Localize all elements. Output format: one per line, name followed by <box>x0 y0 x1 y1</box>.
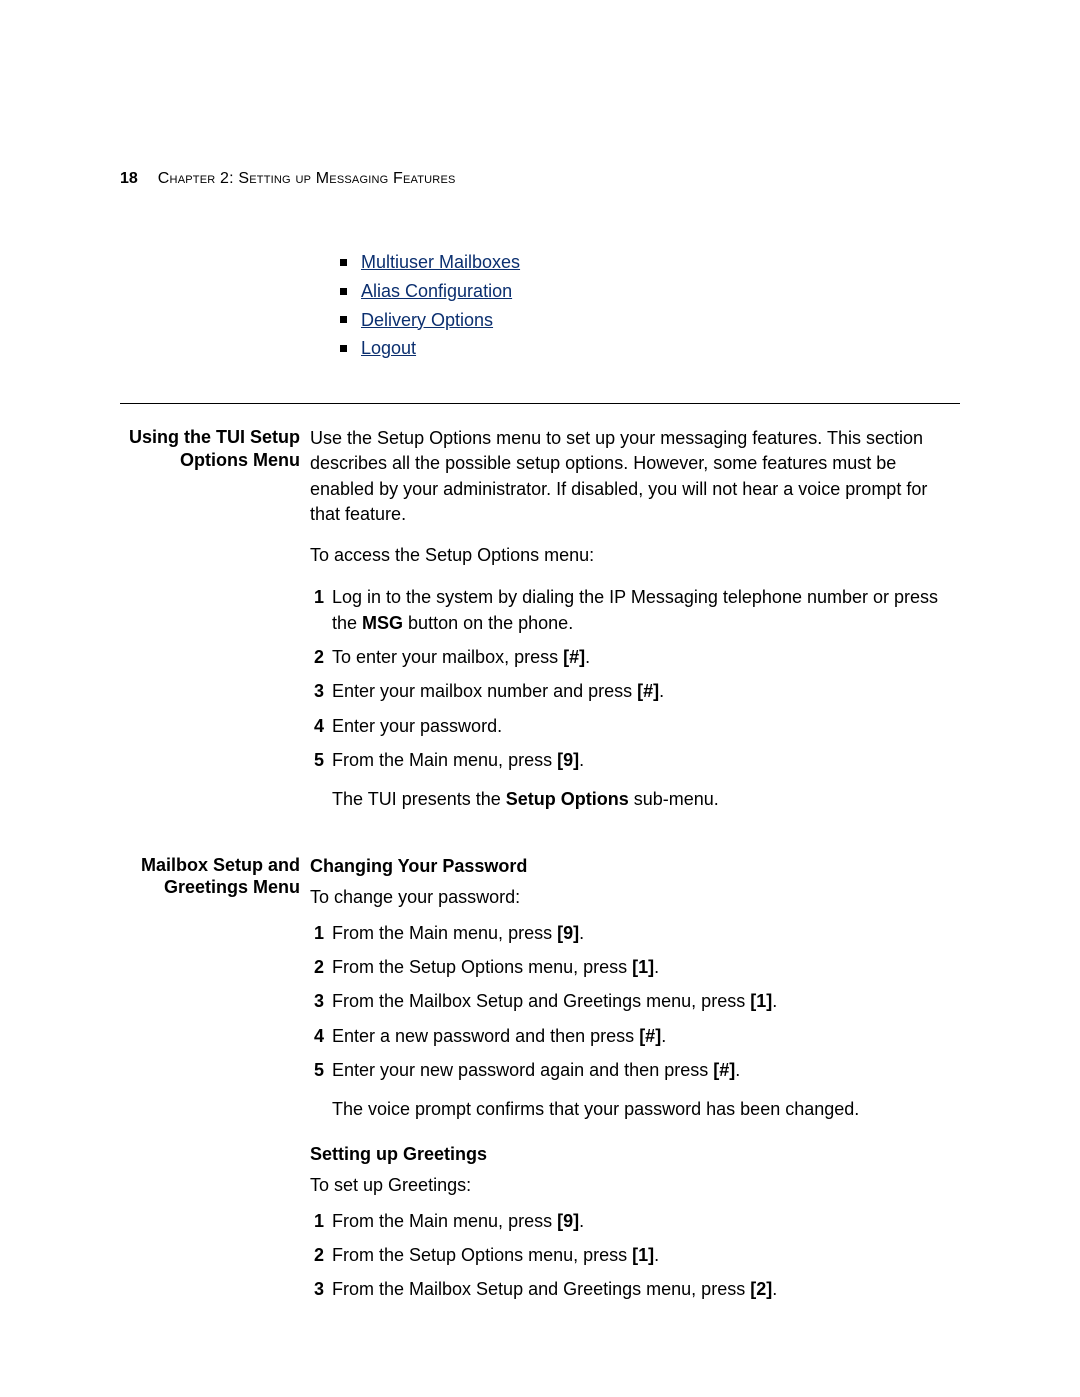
text: sub-menu. <box>629 789 719 809</box>
bullet-icon <box>340 316 347 323</box>
key-label: [1] <box>632 957 654 977</box>
step-text: Enter your new password again and then p… <box>332 1060 713 1080</box>
step-text: To enter your mailbox, press <box>332 647 563 667</box>
divider <box>120 403 960 404</box>
key-label: MSG <box>362 613 403 633</box>
link-logout[interactable]: Logout <box>361 334 416 363</box>
text: The TUI presents the <box>332 789 506 809</box>
link-delivery-options[interactable]: Delivery Options <box>361 306 493 335</box>
key-label: [#] <box>639 1026 661 1046</box>
step-item: To enter your mailbox, press [#]. <box>310 644 960 670</box>
step-text: . <box>579 750 584 770</box>
link-item: Alias Configuration <box>310 277 960 306</box>
step-text: . <box>735 1060 740 1080</box>
key-label: [1] <box>632 1245 654 1265</box>
step-text: From the Main menu, press <box>332 1211 557 1231</box>
step-item: From the Main menu, press [9]. <box>310 1208 960 1234</box>
step-item: From the Mailbox Setup and Greetings men… <box>310 1276 960 1302</box>
page-number: 18 <box>120 170 138 188</box>
step-item: Log in to the system by dialing the IP M… <box>310 584 960 636</box>
key-label: [9] <box>557 750 579 770</box>
paragraph: The TUI presents the Setup Options sub-m… <box>332 787 960 812</box>
key-label: [9] <box>557 1211 579 1231</box>
paragraph: To set up Greetings: <box>310 1173 960 1198</box>
step-text: . <box>772 1279 777 1299</box>
heading-line: Options Menu <box>120 449 300 472</box>
link-item: Delivery Options <box>310 306 960 335</box>
step-item: From the Main menu, press [9]. <box>310 920 960 946</box>
paragraph: To access the Setup Options menu: <box>310 543 960 568</box>
paragraph: The voice prompt confirms that your pass… <box>332 1097 960 1122</box>
step-text: . <box>654 957 659 977</box>
ordered-steps: From the Main menu, press [9]. From the … <box>310 920 960 1082</box>
chapter-title: Chapter 2: Setting up Messaging Features <box>158 170 456 188</box>
key-label: [#] <box>563 647 585 667</box>
step-text: From the Mailbox Setup and Greetings men… <box>332 991 750 1011</box>
key-label: [9] <box>557 923 579 943</box>
step-text: From the Main menu, press <box>332 923 557 943</box>
emphasis: Setup Options <box>506 789 629 809</box>
subsection-title: Setting up Greetings <box>310 1142 960 1167</box>
section-heading: Mailbox Setup and Greetings Menu <box>120 854 310 899</box>
document-page: 18 Chapter 2: Setting up Messaging Featu… <box>0 0 1080 1317</box>
heading-line: Greetings Menu <box>120 876 300 899</box>
step-text: From the Setup Options menu, press <box>332 1245 632 1265</box>
subsection-title: Changing Your Password <box>310 854 960 879</box>
key-label: [#] <box>637 681 659 701</box>
step-text: Enter a new password and then press <box>332 1026 639 1046</box>
step-item: Enter your password. <box>310 713 960 739</box>
link-list: Multiuser Mailboxes Alias Configuration … <box>310 248 960 363</box>
section-body: Changing Your Password To change your pa… <box>310 854 960 1317</box>
step-item: Enter a new password and then press [#]. <box>310 1023 960 1049</box>
heading-line: Using the TUI Setup <box>120 426 300 449</box>
bullet-icon <box>340 259 347 266</box>
step-item: From the Mailbox Setup and Greetings men… <box>310 988 960 1014</box>
step-text: From the Main menu, press <box>332 750 557 770</box>
step-text: button on the phone. <box>403 613 573 633</box>
step-text: . <box>772 991 777 1011</box>
link-multiuser-mailboxes[interactable]: Multiuser Mailboxes <box>361 248 520 277</box>
section-body: Use the Setup Options menu to set up you… <box>310 426 960 828</box>
section-mailbox-greetings: Mailbox Setup and Greetings Menu Changin… <box>120 854 960 1317</box>
step-text: . <box>661 1026 666 1046</box>
ordered-steps: Log in to the system by dialing the IP M… <box>310 584 960 773</box>
step-item: From the Setup Options menu, press [1]. <box>310 1242 960 1268</box>
section-tui-setup: Using the TUI Setup Options Menu Use the… <box>120 426 960 828</box>
link-alias-configuration[interactable]: Alias Configuration <box>361 277 512 306</box>
section-heading: Using the TUI Setup Options Menu <box>120 426 310 471</box>
key-label: [2] <box>750 1279 772 1299</box>
paragraph: Use the Setup Options menu to set up you… <box>310 426 960 527</box>
step-text: . <box>579 1211 584 1231</box>
step-text: . <box>585 647 590 667</box>
bullet-icon <box>340 288 347 295</box>
bullet-icon <box>340 345 347 352</box>
step-text: . <box>654 1245 659 1265</box>
step-text: . <box>579 923 584 943</box>
key-label: [#] <box>713 1060 735 1080</box>
link-item: Multiuser Mailboxes <box>310 248 960 277</box>
link-item: Logout <box>310 334 960 363</box>
heading-line: Mailbox Setup and <box>120 854 300 877</box>
ordered-steps: From the Main menu, press [9]. From the … <box>310 1208 960 1302</box>
step-item: From the Main menu, press [9]. <box>310 747 960 773</box>
step-text: . <box>659 681 664 701</box>
page-header: 18 Chapter 2: Setting up Messaging Featu… <box>120 170 960 188</box>
step-item: Enter your new password again and then p… <box>310 1057 960 1083</box>
step-text: From the Setup Options menu, press <box>332 957 632 977</box>
key-label: [1] <box>750 991 772 1011</box>
step-text: Enter your mailbox number and press <box>332 681 637 701</box>
step-item: From the Setup Options menu, press [1]. <box>310 954 960 980</box>
step-text: From the Mailbox Setup and Greetings men… <box>332 1279 750 1299</box>
step-item: Enter your mailbox number and press [#]. <box>310 678 960 704</box>
paragraph: To change your password: <box>310 885 960 910</box>
